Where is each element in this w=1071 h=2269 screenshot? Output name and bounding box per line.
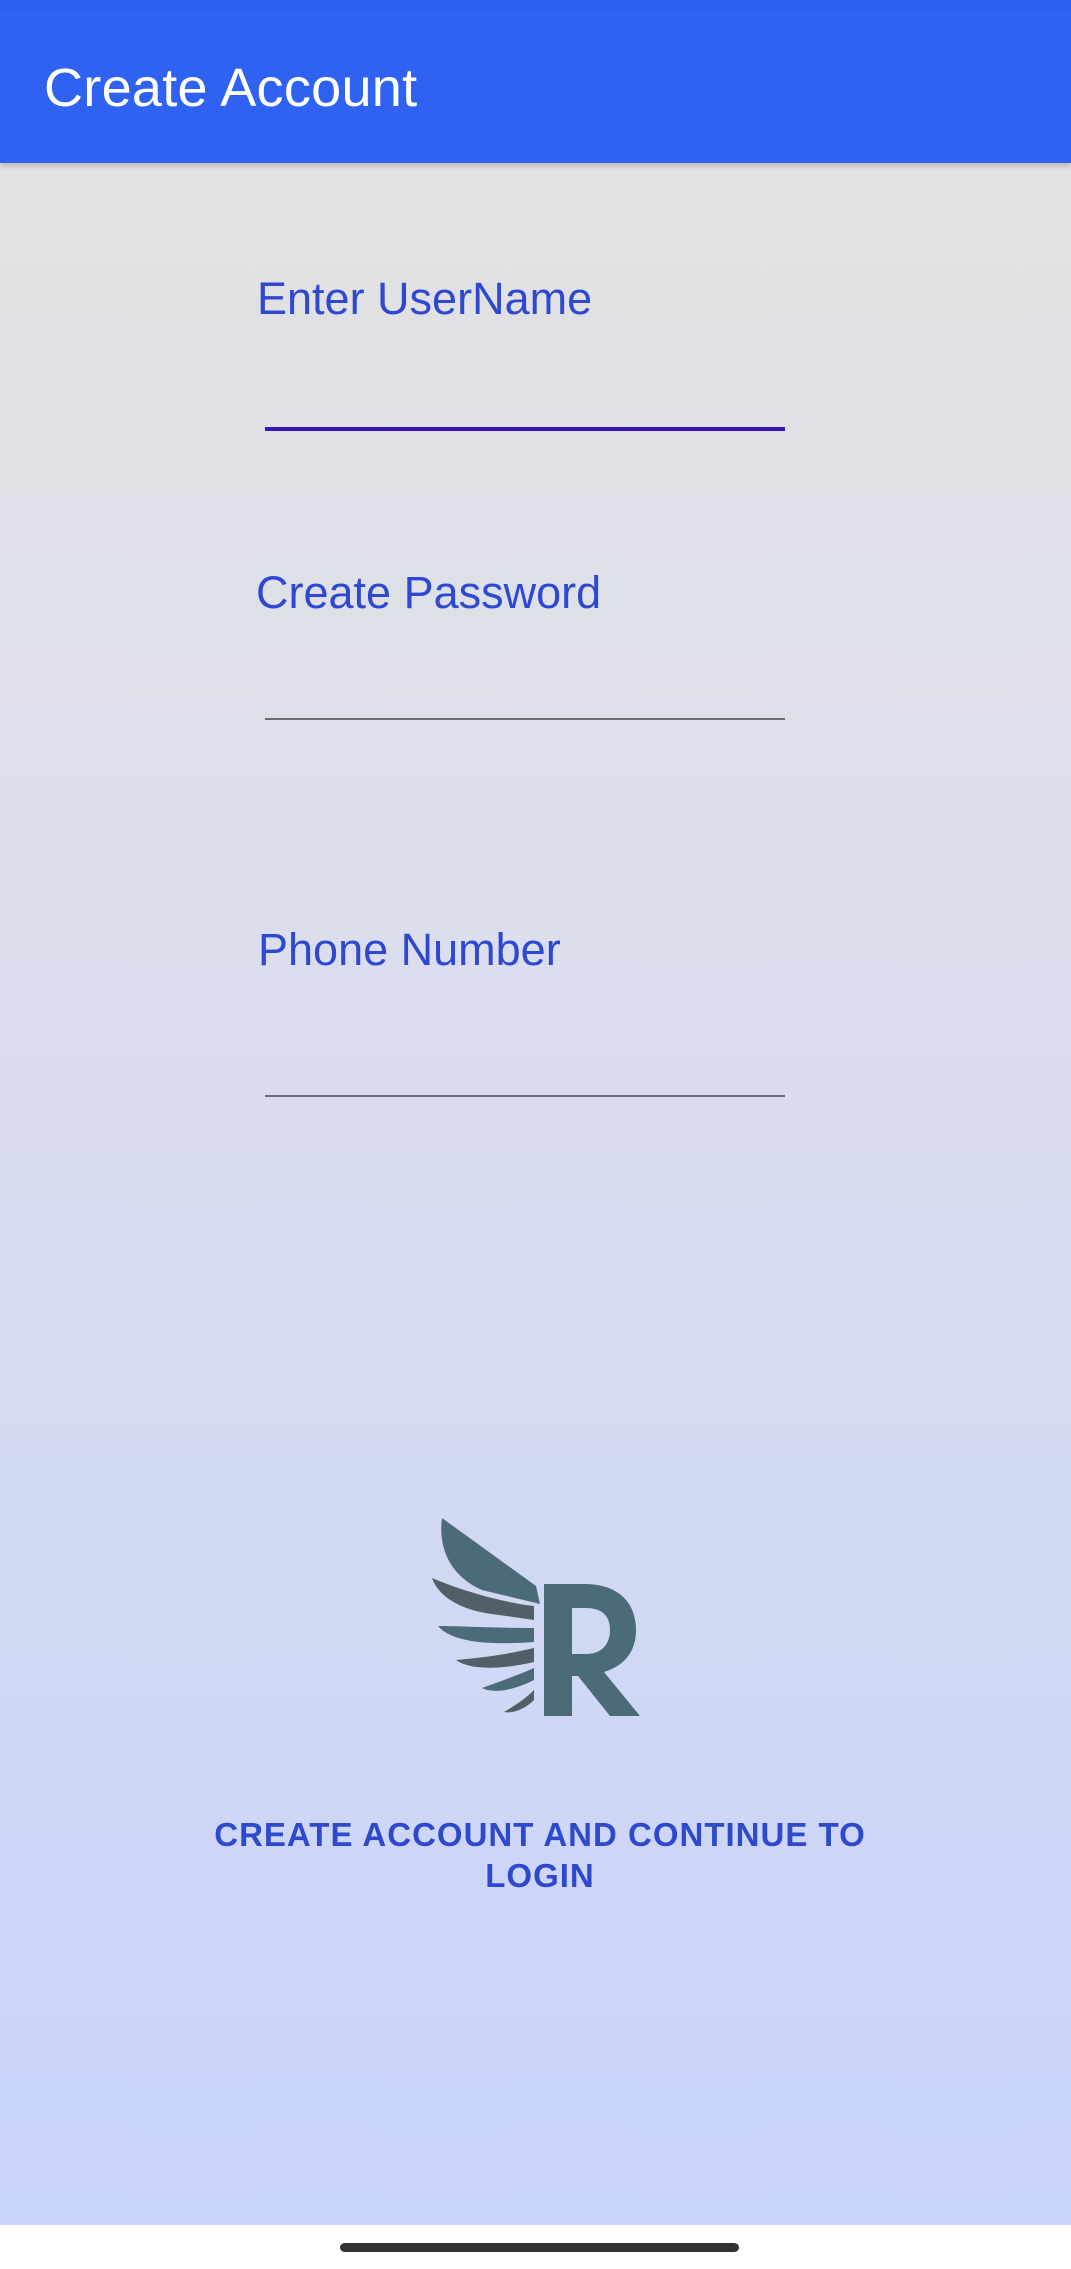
password-input[interactable] (265, 638, 785, 718)
username-label: Enter UserName (257, 273, 593, 324)
form-content: Enter UserName Create Password Phone Num… (0, 163, 1071, 2225)
gesture-handle[interactable] (340, 2243, 739, 2252)
phone-label: Phone Number (258, 924, 561, 975)
username-input[interactable] (265, 348, 785, 428)
create-account-button[interactable]: CREATE ACCOUNT AND CONTINUE TO LOGIN (190, 1810, 890, 1900)
winged-r-logo-icon (432, 1518, 640, 1716)
password-label: Create Password (256, 567, 602, 618)
create-account-screen: Create Account Enter UserName Create Pas… (0, 0, 1071, 2269)
phone-input[interactable] (265, 1016, 785, 1096)
page-title: Create Account (44, 58, 418, 118)
username-underline (265, 427, 785, 431)
navigation-bar (0, 2225, 1071, 2269)
password-underline (265, 718, 785, 720)
app-bar: Create Account (0, 10, 1071, 163)
status-bar (0, 0, 1071, 10)
phone-underline (265, 1095, 785, 1097)
